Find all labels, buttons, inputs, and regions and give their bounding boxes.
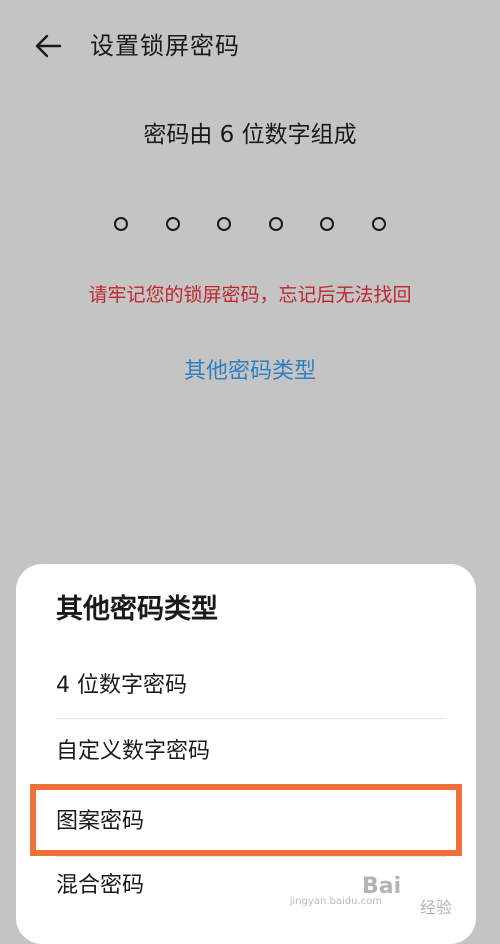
pin-indicator bbox=[114, 212, 386, 236]
warning-text: 请牢记您的锁屏密码，忘记后无法找回 bbox=[88, 284, 412, 306]
pin-dot bbox=[165, 217, 180, 231]
option-4-digit-pin[interactable]: 4 位数字密码 bbox=[56, 656, 446, 716]
watermark: Bai 经验 jingyan.baidu.com bbox=[290, 874, 492, 917]
divider bbox=[56, 718, 446, 719]
back-button[interactable] bbox=[28, 26, 68, 66]
arrow-left-icon bbox=[35, 34, 62, 58]
watermark-suffix: 经验 bbox=[420, 898, 453, 917]
divider bbox=[56, 785, 446, 786]
pin-dot bbox=[268, 217, 283, 231]
other-password-types-link[interactable]: 其他密码类型 bbox=[150, 352, 350, 392]
option-custom-digit-pin[interactable]: 自定义数字密码 bbox=[56, 722, 446, 782]
pin-instruction: 密码由 6 位数字组成 bbox=[143, 122, 357, 148]
pin-dot bbox=[217, 217, 232, 231]
sheet-title: 其他密码类型 bbox=[56, 594, 218, 625]
watermark-url: jingyan.baidu.com bbox=[289, 896, 382, 907]
lock-screen-password-screen: 设置锁屏密码 密码由 6 位数字组成 请牢记您的锁屏密码，忘记后无法找回 其他密… bbox=[0, 0, 500, 944]
option-pattern-password[interactable]: 图案密码 bbox=[56, 792, 446, 852]
page-title: 设置锁屏密码 bbox=[90, 32, 240, 60]
pin-dot bbox=[320, 217, 335, 231]
pin-dot bbox=[371, 217, 386, 231]
header: 设置锁屏密码 bbox=[0, 0, 500, 92]
pin-dot bbox=[114, 217, 128, 231]
